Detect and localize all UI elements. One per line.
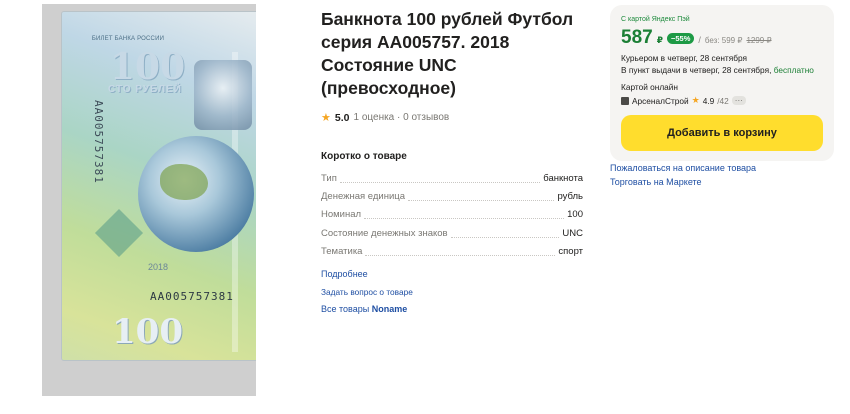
specs-title: Коротко о товаре — [321, 151, 407, 162]
banknote-currency-text: СТО РУБЛЕЙ — [108, 84, 182, 95]
banknote-serial-horizontal: АА005757381 — [150, 290, 234, 303]
all-goods-link[interactable]: Все товары Noname — [321, 304, 407, 314]
shop-icon — [621, 96, 629, 105]
price-value: 587 — [621, 27, 653, 48]
spec-value: банкнота — [543, 173, 583, 184]
price-row: 587 ₽ −55% / без: 599 ₽ 1299 ₽ — [621, 27, 772, 49]
banknote-denomination-bottom: 100 — [112, 312, 183, 352]
banknote-denomination: 100 — [110, 46, 186, 88]
banknote-image: БИЛЕТ БАНКА РОССИИ 100 СТО РУБЛЕЙ АА0057… — [62, 12, 256, 360]
more-details-link[interactable]: Подробнее — [321, 269, 368, 279]
spec-key: Тип — [321, 173, 337, 184]
spec-dots — [339, 182, 541, 183]
all-goods-brand: Noname — [371, 304, 408, 314]
price-currency: ₽ — [656, 35, 663, 45]
product-title: Банкнота 100 рублей Футбол серия АА00575… — [321, 9, 574, 98]
goalkeeper-figure — [194, 60, 252, 130]
purchase-box: С картой Яндекс Пэй 587 ₽ −55% / без: 59… — [610, 5, 834, 161]
banknote-year: 2018 — [148, 262, 169, 272]
delivery-pickup-text: В пункт выдачи в четверг, 28 сентября, — [621, 65, 772, 75]
spec-value: UNC — [562, 228, 583, 239]
product-rating[interactable]: ★ 5.0 1 оценка · 0 отзывов — [321, 111, 450, 125]
seller-info[interactable]: АрсеналСтрой ★ 4.9 /42 ··· — [621, 95, 746, 106]
spec-key: Состояние денежных знаков — [321, 228, 448, 239]
banknote-serial-vertical: АА005757381 — [92, 100, 105, 184]
banknote-bank-text: БИЛЕТ БАНКА РОССИИ — [91, 36, 165, 42]
product-photo[interactable]: БИЛЕТ БАНКА РОССИИ 100 СТО РУБЛЕЙ АА0057… — [42, 4, 256, 396]
rating-value: 5.0 — [334, 111, 350, 124]
price-without-card: без: 599 ₽ — [704, 36, 743, 45]
rating-meta: 1 оценка · 0 отзывов — [353, 112, 450, 123]
seller-more-button[interactable]: ··· — [731, 96, 746, 105]
delivery-courier: Курьером в четверг, 28 сентября — [621, 53, 747, 63]
ask-question-link[interactable]: Задать вопрос о товаре — [321, 287, 413, 297]
add-to-cart-button[interactable]: Добавить в корзину — [621, 115, 823, 151]
football-globe — [138, 136, 254, 252]
payment-method: Картой онлайн — [621, 82, 679, 92]
spec-value: спорт — [558, 246, 583, 257]
spec-key: Тематика — [321, 246, 363, 257]
seller-name: АрсеналСтрой — [632, 95, 689, 106]
spec-dots — [450, 237, 560, 238]
spec-value: 100 — [567, 209, 583, 220]
spec-row: Номинал 100 — [321, 209, 583, 221]
old-price: 1299 ₽ — [746, 36, 772, 45]
spec-dots — [408, 200, 555, 201]
spec-row: Тематика спорт — [321, 246, 583, 258]
spec-dots — [365, 255, 556, 256]
delivery-pickup: В пункт выдачи в четверг, 28 сентября, б… — [621, 65, 814, 75]
discount-badge: −55% — [666, 33, 695, 44]
spec-row: Тип банкнота — [321, 173, 583, 185]
card-label: С картой Яндекс Пэй — [621, 16, 690, 23]
spec-value: рубль — [557, 191, 583, 202]
price-separator: / — [698, 35, 701, 45]
spec-key: Денежная единица — [321, 191, 406, 202]
sell-on-market-link[interactable]: Торговать на Маркете — [610, 177, 702, 187]
decor-diamond — [94, 208, 144, 258]
spec-row: Состояние денежных знаков UNC — [321, 228, 583, 240]
delivery-free: бесплатно — [773, 65, 814, 75]
all-goods-prefix: Все товары — [321, 304, 370, 314]
spec-dots — [364, 218, 565, 219]
star-icon: ★ — [321, 112, 331, 124]
seller-rating: 4.9 — [702, 95, 715, 106]
spec-key: Номинал — [321, 209, 362, 220]
seller-reviews: /42 — [717, 95, 729, 106]
star-icon: ★ — [691, 95, 700, 105]
complain-link[interactable]: Пожаловаться на описание товара — [610, 163, 756, 173]
spec-row: Денежная единица рубль — [321, 191, 583, 203]
